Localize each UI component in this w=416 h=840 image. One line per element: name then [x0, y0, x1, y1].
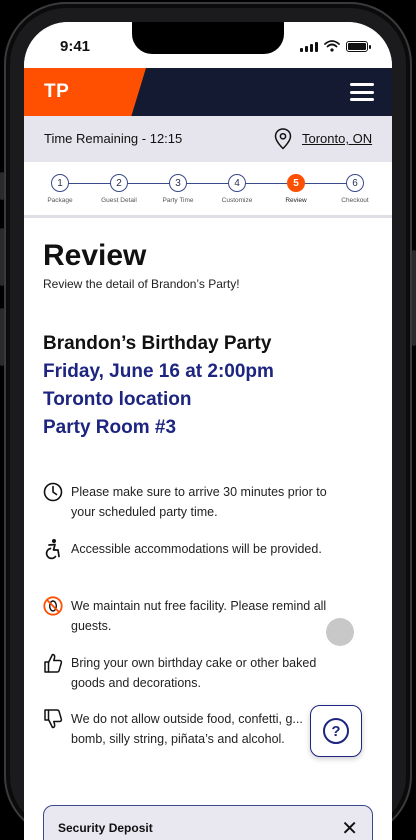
- phone-screen: 9:41 TP Time Remaining - 12:15 Toronto, …: [24, 22, 392, 840]
- side-button-action: [0, 172, 4, 200]
- status-icons: [300, 40, 371, 52]
- step-label: Customize: [221, 197, 253, 204]
- review-content: Review Review the detail of Brandon’s Pa…: [24, 221, 392, 840]
- step-package[interactable]: 1 Package: [30, 174, 90, 204]
- step-customize[interactable]: 4 Customize: [207, 174, 267, 204]
- cellular-signal-icon: [300, 42, 318, 52]
- step-number: 5: [287, 174, 305, 192]
- help-button[interactable]: ?: [310, 705, 362, 757]
- step-label: Checkout: [341, 197, 369, 204]
- app-header: TP: [24, 68, 392, 116]
- step-number: 2: [110, 174, 128, 192]
- location-link[interactable]: Toronto, ON: [302, 131, 372, 146]
- logo-block[interactable]: [24, 68, 146, 116]
- page-subtitle: Review the detail of Brandon’s Party!: [43, 277, 240, 291]
- touch-indicator: [326, 618, 354, 646]
- hamburger-menu-icon[interactable]: [350, 83, 374, 101]
- step-checkout[interactable]: 6 Checkout: [325, 174, 385, 204]
- status-time: 9:41: [60, 38, 91, 55]
- security-deposit-label: Security Deposit: [58, 821, 153, 835]
- wifi-icon: [324, 40, 340, 52]
- close-icon[interactable]: ✕: [341, 816, 358, 840]
- step-review[interactable]: 5 Review: [266, 174, 326, 204]
- side-button-volume-down: [0, 308, 4, 366]
- accessibility-icon: [45, 539, 60, 560]
- step-label: Party Time: [162, 197, 194, 204]
- thumbs-down-icon: [44, 709, 63, 729]
- party-location: Toronto location: [43, 389, 192, 410]
- step-label: Guest Detail: [101, 197, 137, 204]
- time-remaining: Time Remaining - 12:15: [44, 131, 183, 146]
- battery-icon: [346, 41, 371, 52]
- party-date-time: Friday, June 16 at 2:00pm: [43, 361, 274, 382]
- info-text: Accessible accommodations will be provid…: [71, 542, 322, 556]
- step-number: 1: [51, 174, 69, 192]
- step-number: 4: [228, 174, 246, 192]
- step-label: Review: [285, 197, 307, 204]
- step-party-time[interactable]: 3 Party Time: [148, 174, 208, 204]
- security-deposit-panel[interactable]: Security Deposit ✕: [43, 805, 373, 840]
- thumbs-up-icon: [44, 653, 63, 673]
- info-text: Please make sure to arrive 30 minutes pr…: [71, 485, 327, 519]
- step-number: 6: [346, 174, 364, 192]
- side-button-power: [412, 250, 416, 346]
- map-pin-icon: [274, 128, 292, 150]
- info-text: Bring your own birthday cake or other ba…: [71, 656, 317, 690]
- step-guest-detail[interactable]: 2 Guest Detail: [89, 174, 149, 204]
- logo[interactable]: TP: [44, 81, 69, 103]
- step-label: Package: [47, 197, 73, 204]
- step-number: 3: [169, 174, 187, 192]
- party-room: Party Room #3: [43, 417, 177, 438]
- clock-icon: [43, 482, 63, 502]
- progress-stepper: 1 Package 2 Guest Detail 3 Party Time 4 …: [24, 162, 392, 218]
- page-title: Review: [43, 239, 147, 272]
- timer-bar: Time Remaining - 12:15 Toronto, ON: [24, 116, 392, 162]
- notch: [132, 22, 284, 54]
- info-text: We maintain nut free facility. Please re…: [71, 599, 327, 633]
- status-bar: 9:41: [24, 22, 392, 68]
- help-question-icon: ?: [323, 718, 349, 744]
- party-name: Brandon’s Birthday Party: [43, 333, 272, 354]
- info-text: We do not allow outside food, confetti, …: [71, 712, 303, 746]
- side-button-volume-up: [0, 228, 4, 286]
- no-nuts-icon: [43, 596, 63, 616]
